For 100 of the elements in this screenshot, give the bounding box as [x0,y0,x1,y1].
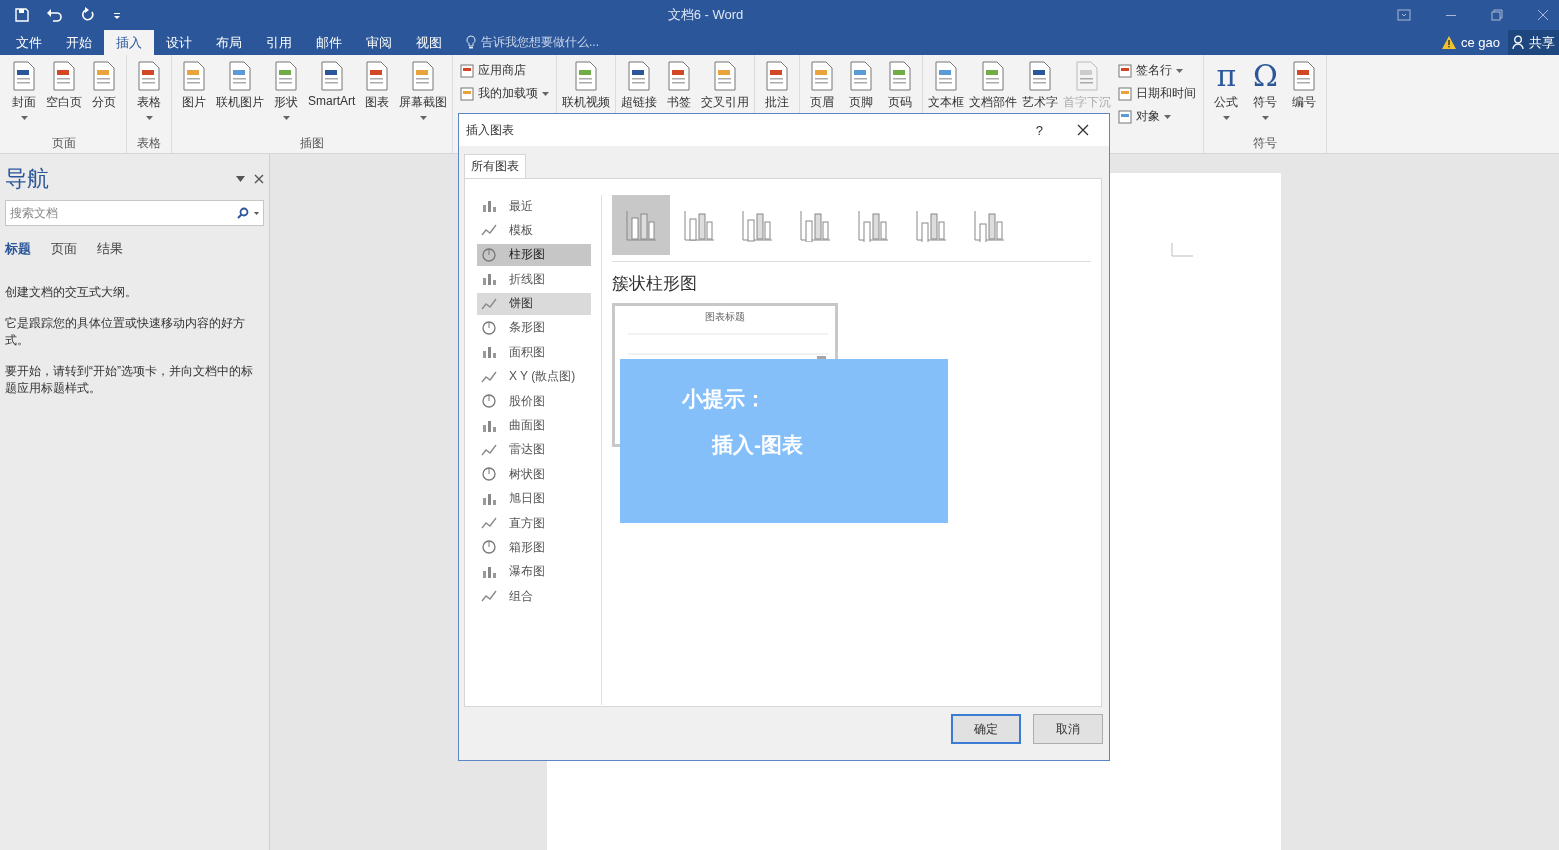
chart-icon [481,418,497,433]
chart-type-item[interactable]: 条形图 [477,316,591,339]
ribbon-tab[interactable]: 邮件 [304,30,354,55]
page-icon [626,61,653,91]
bar-chart-icon [914,208,948,242]
ribbon-button[interactable]: 图片 [175,59,213,135]
ribbon-tab[interactable]: 设计 [154,30,204,55]
ribbon-button[interactable]: 交叉引用 [699,59,752,135]
chart-type-item[interactable]: 柱形图 [477,243,591,266]
chart-type-item[interactable]: 瀑布图 [477,560,591,583]
tip-text: 插入-图表 [710,432,804,458]
page-icon [573,61,600,91]
chart-icon [481,589,497,604]
dialog-button[interactable]: 取消 [1033,714,1103,744]
chart-type-item[interactable]: 雷达图 [477,438,591,461]
restore-icon[interactable] [1491,9,1503,21]
ribbon-tab[interactable]: 插入 [104,30,154,55]
page-icon [136,61,162,91]
share-button[interactable]: 共享 [1508,30,1559,55]
group-label: 插图 [299,135,326,152]
close-icon[interactable] [254,174,264,184]
ribbon-button[interactable]: 编号 [1285,59,1324,135]
ribbon-button[interactable]: 空白页 [44,59,84,135]
ribbon-button[interactable]: 封面 [5,59,43,135]
ribbon-button[interactable]: 文档部件 [967,59,1020,135]
chart-type-item[interactable]: 模板 [477,219,591,242]
ribbon-button[interactable]: 页眉 [803,59,842,135]
chart-type-item[interactable]: 旭日图 [477,487,591,510]
chart-type-item[interactable]: 最近 [477,195,591,217]
chart-type-item[interactable]: 折线图 [477,268,591,291]
ribbon-button[interactable]: 批注 [758,59,797,135]
dialog-button[interactable]: 确定 [951,714,1021,744]
chart-icon [481,540,497,555]
chart-type-item[interactable]: X Y (散点图) [477,365,591,388]
ribbon-display-icon[interactable] [1397,9,1411,21]
ribbon-button[interactable]: 页码 [881,59,920,135]
page-icon [460,86,475,101]
chart-icon [481,272,497,287]
page-icon [1118,109,1133,124]
page-icon [809,61,836,91]
pane-tab[interactable]: 标题 [5,240,31,258]
dialog-tab[interactable]: 所有图表 [464,154,526,178]
pane-text: 要开始，请转到“开始”选项卡，并向文档中的标题应用标题样式。 [5,363,254,397]
ribbon-button[interactable]: 图表 [358,59,397,135]
ribbon-small-button[interactable]: 应用商店 [460,61,550,80]
page-icon [273,61,299,91]
caret-icon[interactable] [236,176,245,182]
chart-type-item[interactable]: 箱形图 [477,536,591,559]
ribbon-button[interactable]: Ω 符号 [1246,59,1285,135]
page-icon [410,61,437,91]
ribbon-small-button[interactable]: 签名行 [1118,61,1197,80]
ribbon-button[interactable]: 页脚 [842,59,881,135]
pane-tab[interactable]: 结果 [97,240,123,258]
search-field[interactable]: 搜索文档 [5,200,264,226]
ribbon-tab[interactable]: 视图 [404,30,454,55]
account-name[interactable]: ce gao [1460,35,1500,50]
caret-icon [542,91,550,96]
ribbon-tab[interactable]: 开始 [54,30,104,55]
ribbon-button[interactable]: 形状 [267,59,305,135]
ribbon-small-button[interactable]: 我的加载项 [460,84,550,103]
chart-icon [481,467,497,482]
chart-type-item[interactable]: 组合 [477,585,591,608]
ribbon-tab[interactable]: 文件 [4,30,54,55]
chart-type-item[interactable]: 曲面图 [477,414,591,437]
ribbon-tab[interactable]: 布局 [204,30,254,55]
help-button[interactable]: ? [1035,122,1043,138]
ribbon-tab[interactable]: 审阅 [354,30,404,55]
chart-type-item[interactable]: 股价图 [477,390,591,413]
ribbon-button[interactable]: π 公式 [1207,59,1246,135]
ribbon-button[interactable]: 联机图片 [214,59,266,135]
ribbon-small-button[interactable]: 对象 [1118,107,1197,126]
ribbon-button[interactable]: 文本框 [926,59,967,135]
chart-type-item[interactable]: 饼图 [477,292,591,315]
page-icon [887,61,914,91]
ribbon-button[interactable]: 超链接 [619,59,660,135]
bar-chart-icon [798,208,832,242]
ribbon-tab[interactable]: 引用 [254,30,304,55]
save-icon[interactable] [14,7,30,23]
ribbon-button[interactable]: 屏幕截图 [397,59,450,135]
chart-type-item[interactable]: 直方图 [477,512,591,535]
ribbon-button[interactable]: SmartArt [306,59,358,135]
page-icon [1118,86,1133,101]
caret-icon [254,211,259,215]
symbol-icon: Ω [1252,61,1278,91]
undo-icon[interactable] [46,7,64,23]
chart-subtype-button[interactable] [612,195,670,255]
ribbon-button[interactable]: 书签 [660,59,699,135]
chart-type-item[interactable]: 面积图 [477,341,591,364]
close-icon[interactable] [1077,124,1089,136]
chart-type-item[interactable]: 树状图 [477,463,591,486]
tell-me-field[interactable]: 告诉我您想要做什么... [454,30,599,55]
redo-icon[interactable] [80,7,96,23]
chart-icon [481,564,497,579]
ribbon-button[interactable]: 表格 [130,59,168,135]
chart-icon [481,442,497,457]
ribbon-button[interactable]: 分页 [85,59,123,135]
ribbon-small-button[interactable]: 日期和时间 [1118,84,1197,103]
pane-tab[interactable]: 页面 [51,240,77,258]
ribbon-button[interactable]: 联机视频 [560,59,613,135]
caret-icon [1261,116,1269,120]
